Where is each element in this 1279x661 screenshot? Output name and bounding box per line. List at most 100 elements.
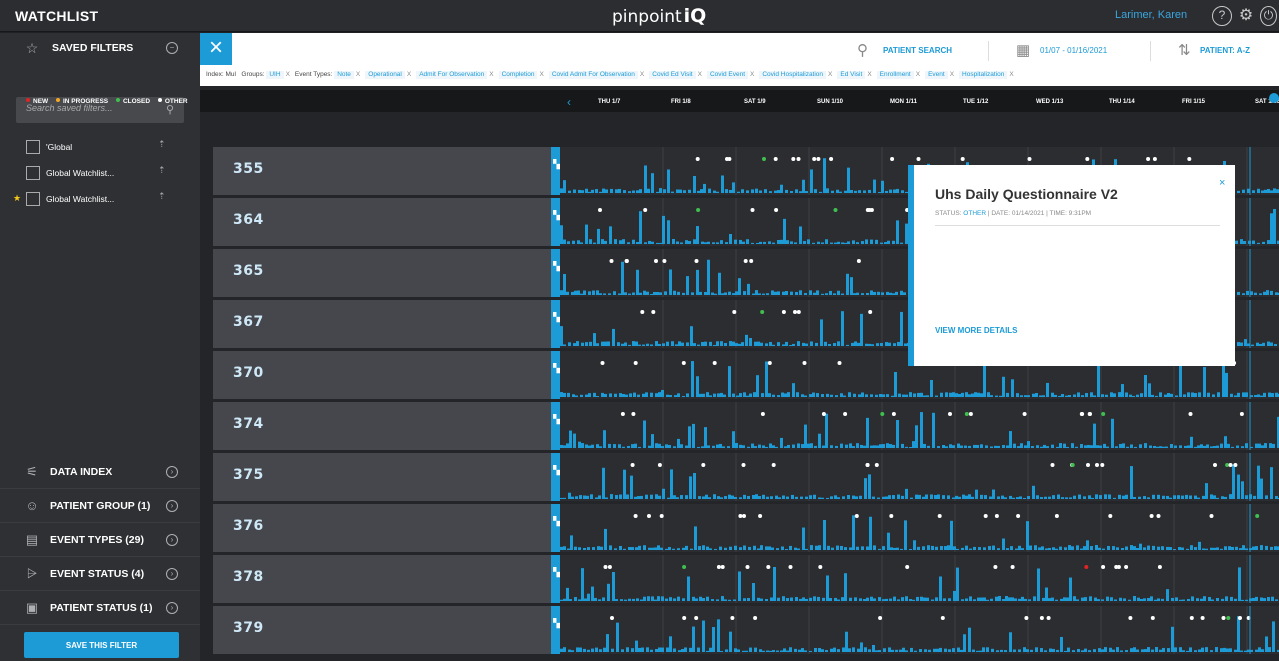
event-dot[interactable] <box>1239 412 1244 416</box>
event-dot[interactable] <box>1128 616 1133 620</box>
expand-icon[interactable]: › <box>166 568 178 580</box>
expand-icon[interactable]: › <box>166 466 178 478</box>
event-dot[interactable] <box>682 616 687 620</box>
event-dot[interactable] <box>643 208 648 212</box>
event-dot[interactable] <box>633 514 638 518</box>
share-icon[interactable]: ⇡ <box>158 139 166 150</box>
event-type-chip[interactable]: Enrollment <box>876 71 914 79</box>
event-dot[interactable] <box>598 208 602 212</box>
event-dot[interactable] <box>716 565 721 569</box>
remove-chip-icon[interactable]: X <box>356 71 360 78</box>
section-event-status[interactable]: ⩥ EVENT STATUS (4) › <box>0 557 200 591</box>
event-type-chip[interactable]: Covid Ed Visit <box>649 71 696 79</box>
event-dot[interactable] <box>774 208 779 212</box>
event-type-chip[interactable]: Event <box>925 71 948 79</box>
event-dot[interactable] <box>738 514 743 518</box>
event-dot[interactable] <box>833 208 838 212</box>
event-type-chip[interactable]: Note <box>334 71 354 79</box>
event-dot[interactable] <box>682 565 687 569</box>
close-icon[interactable]: × <box>200 33 232 65</box>
event-dot[interactable] <box>654 259 658 263</box>
event-dot[interactable] <box>948 412 952 416</box>
event-dot[interactable] <box>630 463 635 467</box>
event-dot[interactable] <box>1054 514 1059 518</box>
event-dot[interactable] <box>1233 463 1238 467</box>
event-dot[interactable] <box>854 514 859 518</box>
event-type-chip[interactable]: Admit For Observation <box>416 71 488 79</box>
remove-chip-icon[interactable]: X <box>539 71 543 78</box>
section-patient-group[interactable]: ☺ PATIENT GROUP (1) › <box>0 489 200 523</box>
patient-id-cell[interactable]: 365 <box>213 249 551 297</box>
event-dot[interactable] <box>1124 565 1129 569</box>
scroll-indicator[interactable] <box>1269 93 1279 103</box>
event-dot[interactable] <box>750 208 755 212</box>
view-more-details-link[interactable]: VIEW MORE DETAILS <box>935 326 1018 335</box>
event-dot[interactable] <box>829 157 834 161</box>
event-dot[interactable] <box>878 616 883 620</box>
expand-icon[interactable]: › <box>166 602 178 614</box>
event-dot[interactable] <box>1085 157 1090 161</box>
remove-chip-icon[interactable]: X <box>407 71 411 78</box>
event-dot[interactable] <box>983 514 988 518</box>
patient-id-cell[interactable]: 355 <box>213 147 551 195</box>
event-dot[interactable] <box>651 310 656 314</box>
search-icon[interactable]: ⚲ <box>857 41 868 59</box>
event-dot[interactable] <box>633 361 638 365</box>
patient-id-cell[interactable]: 378 <box>213 555 551 603</box>
remove-chip-icon[interactable]: X <box>750 71 754 78</box>
event-dot[interactable] <box>766 565 771 569</box>
event-dot[interactable] <box>880 412 885 416</box>
event-dot[interactable] <box>1150 616 1155 620</box>
section-event-types[interactable]: ▤ EVENT TYPES (29) › <box>0 523 200 557</box>
checkbox[interactable] <box>26 140 40 154</box>
event-dot[interactable] <box>1114 565 1119 569</box>
event-dot[interactable] <box>1108 514 1113 518</box>
event-dot[interactable] <box>610 616 614 620</box>
user-name[interactable]: Larimer, Karen <box>1115 9 1187 21</box>
event-dot[interactable] <box>767 361 772 365</box>
event-dot[interactable] <box>681 361 686 365</box>
event-dot[interactable] <box>753 616 758 620</box>
patient-row[interactable]: 379 ▚ <box>213 606 1279 654</box>
event-dot[interactable] <box>1157 565 1162 569</box>
event-dot[interactable] <box>1027 157 1032 161</box>
patient-id-cell[interactable]: 374 <box>213 402 551 450</box>
event-dot[interactable] <box>1022 412 1027 416</box>
event-dot[interactable] <box>1050 463 1055 467</box>
event-dot[interactable] <box>793 310 797 314</box>
event-type-chip[interactable]: Ed Visit <box>837 71 866 79</box>
event-dot[interactable] <box>960 157 965 161</box>
event-dot[interactable] <box>1039 616 1044 620</box>
power-icon[interactable]: ⏻ <box>1260 6 1277 26</box>
event-dot[interactable] <box>791 157 796 161</box>
event-dot[interactable] <box>1156 514 1161 518</box>
event-dot[interactable] <box>773 157 778 161</box>
event-dot[interactable] <box>867 208 872 212</box>
event-dot[interactable] <box>1221 616 1226 620</box>
event-dot[interactable] <box>890 157 895 161</box>
event-dot[interactable] <box>758 514 763 518</box>
event-dot[interactable] <box>1046 616 1051 620</box>
event-dot[interactable] <box>1188 412 1193 416</box>
help-icon[interactable]: ? <box>1212 6 1232 26</box>
event-dot[interactable] <box>1209 514 1214 518</box>
event-dot[interactable] <box>1255 514 1260 518</box>
event-dot[interactable] <box>856 259 861 263</box>
remove-chip-icon[interactable]: X <box>640 71 644 78</box>
event-dot[interactable] <box>600 361 605 365</box>
event-dot[interactable] <box>1016 514 1021 518</box>
event-dot[interactable] <box>727 157 732 161</box>
event-dot[interactable] <box>732 310 737 314</box>
event-dot[interactable] <box>1080 412 1085 416</box>
event-dot[interactable] <box>749 259 754 263</box>
event-dot[interactable] <box>743 259 748 263</box>
share-icon[interactable]: ⇡ <box>158 165 166 176</box>
collapse-icon[interactable]: − <box>166 42 178 54</box>
patient-id-cell[interactable]: 367 <box>213 300 551 348</box>
event-dot[interactable] <box>647 514 651 518</box>
patient-id-cell[interactable]: 376 <box>213 504 551 552</box>
checkbox[interactable] <box>26 192 40 206</box>
section-data-index[interactable]: ⚟ DATA INDEX › <box>0 455 200 489</box>
expand-icon[interactable]: › <box>166 500 178 512</box>
event-dot[interactable] <box>1200 616 1205 620</box>
